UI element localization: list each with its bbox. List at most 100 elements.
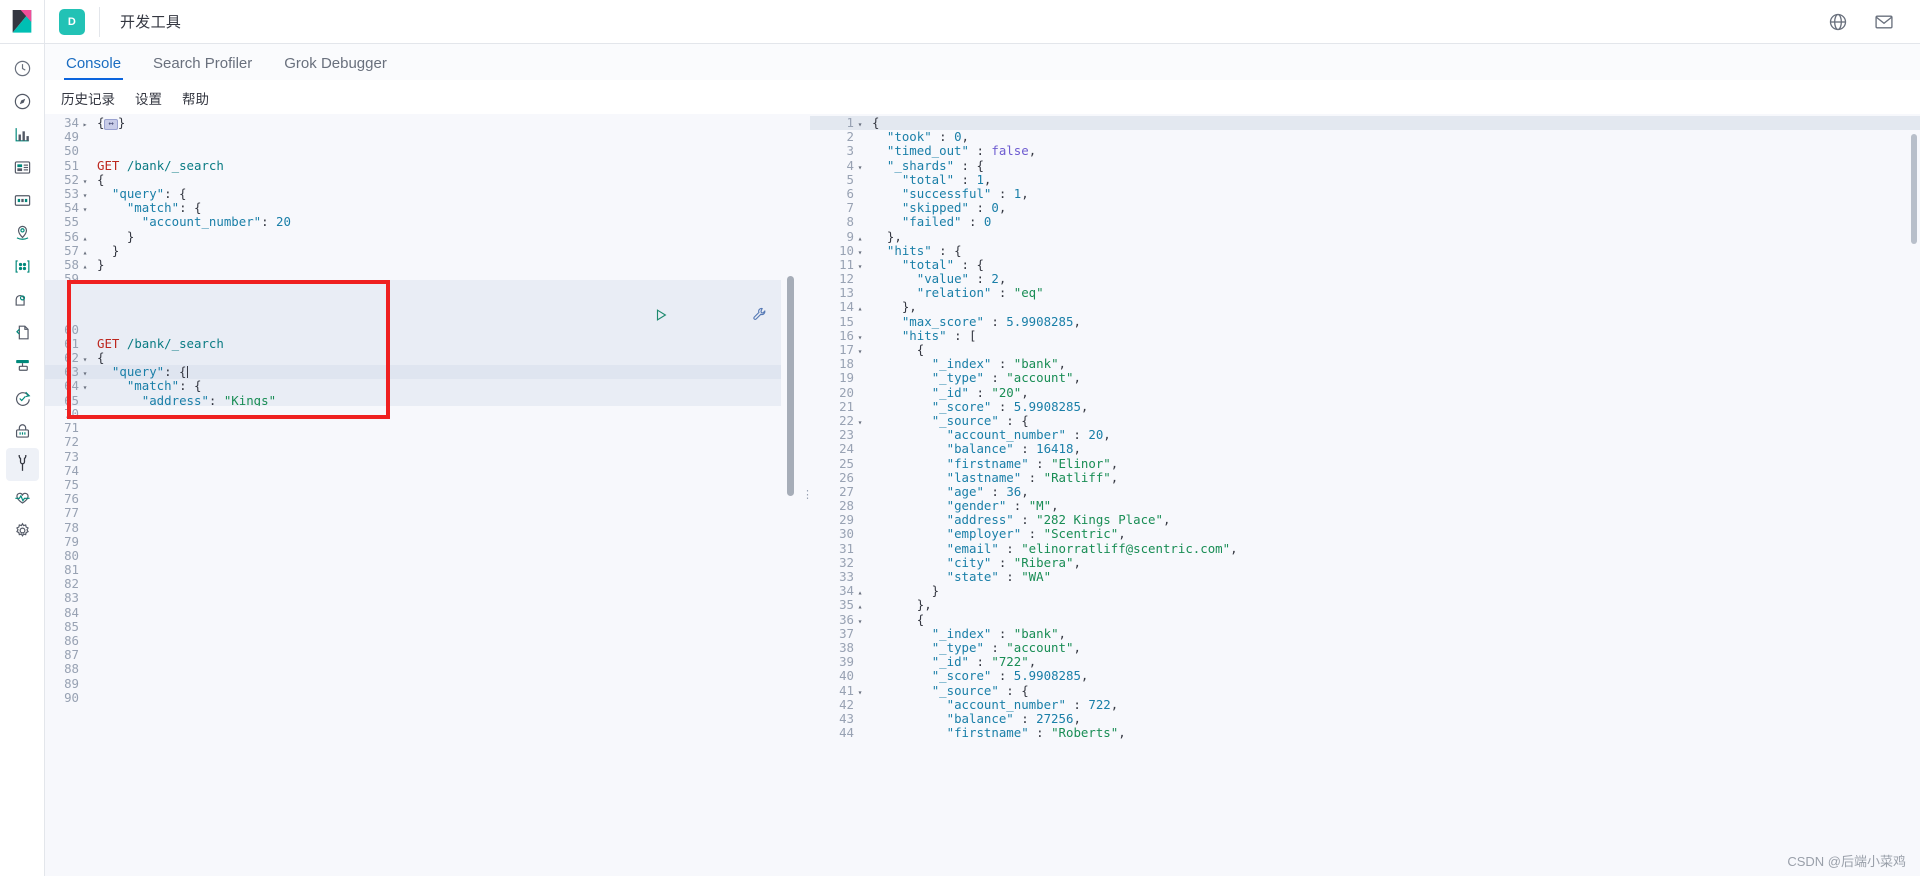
code-line[interactable]: 88 xyxy=(45,662,781,676)
code-line[interactable]: 72 xyxy=(45,435,781,449)
code-line[interactable]: 34 ▸{↔} xyxy=(45,115,781,130)
code-line[interactable]: 13 "relation" : "eq" xyxy=(810,286,1920,300)
tab-search-profiler[interactable]: Search Profiler xyxy=(137,56,268,80)
code-line[interactable]: 23 "account_number" : 20, xyxy=(810,427,1920,442)
code-line[interactable]: 44 "firstname" : "Roberts", xyxy=(810,725,1920,740)
visualize-icon[interactable] xyxy=(6,118,39,151)
sidebar-item-dev-tools[interactable] xyxy=(5,448,39,481)
code-line[interactable]: 90 xyxy=(45,690,781,705)
code-line[interactable]: 22 ▾ "_source" : { xyxy=(810,413,1920,428)
code-line[interactable]: 84 xyxy=(45,605,781,620)
tab-console[interactable]: Console xyxy=(50,56,137,80)
request-editor-empty-lines[interactable]: 70 71 72 73 74 75 76 77 78 79 80 81 82 83 84 85 86 87 88 89… xyxy=(45,406,781,876)
code-line[interactable]: 85 xyxy=(45,619,781,634)
code-line[interactable]: 79 xyxy=(45,534,781,549)
code-line[interactable]: 57 ▴ } xyxy=(45,243,781,258)
code-line[interactable]: 52 ▾{ xyxy=(45,172,781,187)
code-line[interactable]: 21 "_score" : 5.9908285, xyxy=(810,399,1920,414)
canvas-icon[interactable] xyxy=(6,184,39,217)
code-line[interactable]: 31 "email" : "elinorratliff@scentric.com… xyxy=(810,541,1920,556)
dashboard-icon[interactable] xyxy=(6,151,39,184)
code-line[interactable]: 19 "_type" : "account", xyxy=(810,371,1920,385)
menu-history[interactable]: 历史记录 xyxy=(51,88,125,108)
code-line[interactable]: 41 ▾ "_source" : { xyxy=(810,683,1920,698)
request-editor-pane[interactable]: 34 ▸{↔} 49 50 51 GET /bank/_search 52 ▾{53 ▾ "qu… xyxy=(45,114,795,876)
play-request-icon[interactable] xyxy=(580,294,669,340)
code-line[interactable]: 28 "gender" : "M", xyxy=(810,498,1920,513)
tab-grok-debugger[interactable]: Grok Debugger xyxy=(268,56,403,80)
code-line[interactable]: 27 "age" : 36, xyxy=(810,484,1920,499)
uptime-icon[interactable] xyxy=(6,382,39,415)
code-line[interactable]: 70 xyxy=(45,406,781,421)
code-line[interactable]: 62 ▾{ xyxy=(45,350,781,365)
code-line[interactable]: 83 xyxy=(45,591,781,605)
code-line[interactable]: 40 "_score" : 5.9908285, xyxy=(810,669,1920,683)
code-line[interactable]: 11 ▾ "total" : { xyxy=(810,257,1920,272)
code-line[interactable]: 8 "failed" : 0 xyxy=(810,215,1920,229)
code-line[interactable]: 50 xyxy=(45,144,781,158)
code-line[interactable]: 87 xyxy=(45,647,781,662)
siem-icon[interactable] xyxy=(6,415,39,448)
recently-viewed-icon[interactable] xyxy=(6,52,39,85)
code-line[interactable]: 64 ▾ "match": { xyxy=(45,379,781,393)
code-line[interactable]: 73 xyxy=(45,449,781,464)
code-line[interactable]: 15 "max_score" : 5.9908285, xyxy=(810,314,1920,329)
code-line[interactable]: 6 "successful" : 1, xyxy=(810,186,1920,201)
code-line[interactable]: 42 "account_number" : 722, xyxy=(810,697,1920,712)
machine-learning-icon[interactable] xyxy=(6,250,39,283)
code-line[interactable]: 43 "balance" : 27256, xyxy=(810,711,1920,726)
discover-icon[interactable] xyxy=(6,85,39,118)
code-line[interactable]: 80 xyxy=(45,548,781,563)
code-line[interactable]: 14 ▴ }, xyxy=(810,300,1920,314)
code-line[interactable]: 81 xyxy=(45,562,781,577)
code-line[interactable]: 5 "total" : 1, xyxy=(810,172,1920,187)
request-editor-scrollback[interactable]: 34 ▸{↔} 49 50 51 GET /bank/_search 52 ▾{53 ▾ "qu… xyxy=(45,114,781,286)
code-line[interactable]: 29 "address" : "282 Kings Place", xyxy=(810,513,1920,527)
code-line[interactable]: 75 xyxy=(45,477,781,492)
code-line[interactable]: 54 ▾ "match": { xyxy=(45,200,781,215)
code-line[interactable]: 1 ▾{ xyxy=(810,115,1920,131)
code-line[interactable]: 16 ▾ "hits" : [ xyxy=(810,328,1920,343)
code-line[interactable]: 33 "state" : "WA" xyxy=(810,569,1920,584)
collapsed-region-icon[interactable]: ↔ xyxy=(104,119,118,130)
monitoring-icon[interactable] xyxy=(6,481,39,514)
code-line[interactable]: 78 xyxy=(45,520,781,535)
code-line[interactable]: 74 xyxy=(45,463,781,478)
code-line[interactable]: 32 "city" : "Ribera", xyxy=(810,555,1920,570)
code-line[interactable]: 4 ▾ "_shards" : { xyxy=(810,158,1920,173)
menu-help[interactable]: 帮助 xyxy=(172,88,219,108)
code-line[interactable]: 51 GET /bank/_search xyxy=(45,158,781,173)
management-icon[interactable] xyxy=(6,514,39,547)
active-request-block[interactable]: 60 61 GET /bank/_search 62 ▾{63 ▾ "query": {6… xyxy=(45,280,781,464)
maps-icon[interactable] xyxy=(6,217,39,250)
code-line[interactable]: 55 "account_number": 20 xyxy=(45,215,781,229)
code-line[interactable]: 58 ▴} xyxy=(45,257,781,272)
code-line[interactable]: 63 ▾ "query": { xyxy=(45,364,781,380)
response-editor[interactable]: 1 ▾{2 "took" : 0, 3 "timed_out" : false, 4 ▾… xyxy=(810,114,1920,876)
code-line[interactable]: 35 ▴ }, xyxy=(810,598,1920,612)
code-line[interactable]: 34 ▴ } xyxy=(810,583,1920,598)
code-line[interactable]: 24 "balance" : 16418, xyxy=(810,442,1920,456)
mail-icon[interactable] xyxy=(1874,12,1894,32)
code-line[interactable]: 77 xyxy=(45,506,781,520)
code-line[interactable]: 36 ▾ { xyxy=(810,612,1920,627)
menu-settings[interactable]: 设置 xyxy=(125,88,172,108)
code-line[interactable]: 20 "_id" : "20", xyxy=(810,385,1920,400)
wrench-icon[interactable] xyxy=(677,293,767,340)
code-line[interactable]: 2 "took" : 0, xyxy=(810,129,1920,144)
code-line[interactable]: 25 "firstname" : "Elinor", xyxy=(810,456,1920,471)
code-line[interactable]: 76 xyxy=(45,491,781,506)
code-line[interactable]: 82 xyxy=(45,577,781,591)
response-pane[interactable]: 1 ▾{2 "took" : 0, 3 "timed_out" : false, 4 ▾… xyxy=(810,114,1920,876)
code-line[interactable]: 38 "_type" : "account", xyxy=(810,640,1920,655)
code-line[interactable]: 71 xyxy=(45,420,781,435)
code-line[interactable]: 37 "_index" : "bank", xyxy=(810,626,1920,641)
code-line[interactable]: 53 ▾ "query": { xyxy=(45,186,781,201)
code-line[interactable]: 7 "skipped" : 0, xyxy=(810,200,1920,215)
code-line[interactable]: 9 ▴ }, xyxy=(810,229,1920,244)
code-line[interactable]: 30 "employer" : "Scentric", xyxy=(810,527,1920,541)
pane-splitter[interactable]: ⋮ xyxy=(797,114,813,876)
infrastructure-icon[interactable] xyxy=(6,283,39,316)
globe-icon[interactable] xyxy=(1828,12,1848,32)
request-editor-scrollbar[interactable] xyxy=(787,276,794,496)
